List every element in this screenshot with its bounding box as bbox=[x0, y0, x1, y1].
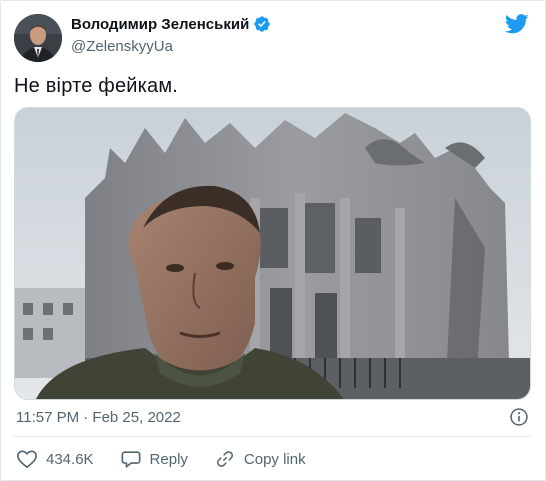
reply-icon bbox=[120, 449, 142, 469]
reply-button[interactable]: Reply bbox=[120, 449, 188, 469]
twitter-bird-icon[interactable] bbox=[505, 13, 529, 35]
copy-link-button[interactable]: Copy link bbox=[214, 449, 306, 469]
author-display-name[interactable]: Володимир Зеленський bbox=[71, 16, 249, 33]
info-icon[interactable] bbox=[509, 407, 529, 427]
author-name-row: Володимир Зеленський bbox=[71, 15, 271, 33]
tweet-timestamp[interactable]: 11:57 PM · Feb 25, 2022 bbox=[16, 409, 181, 426]
tweet-card: Володимир Зеленський @ZelenskyyUa Не вір… bbox=[0, 0, 546, 481]
tweet-video-thumbnail[interactable] bbox=[14, 107, 531, 400]
copy-link-label: Copy link bbox=[243, 450, 306, 468]
verified-badge-icon bbox=[253, 15, 271, 33]
tweet-text: Не вірте фейкам. bbox=[14, 75, 179, 97]
link-icon bbox=[214, 449, 236, 469]
like-count: 434.6K bbox=[46, 450, 94, 468]
reply-label: Reply bbox=[149, 450, 188, 468]
like-button[interactable]: 434.6K bbox=[16, 449, 94, 469]
author-handle[interactable]: @ZelenskyyUa bbox=[71, 38, 173, 55]
divider bbox=[14, 436, 531, 437]
avatar[interactable] bbox=[14, 14, 62, 62]
heart-icon bbox=[16, 449, 38, 469]
tweet-actions: 434.6K Reply Copy link bbox=[16, 449, 332, 469]
